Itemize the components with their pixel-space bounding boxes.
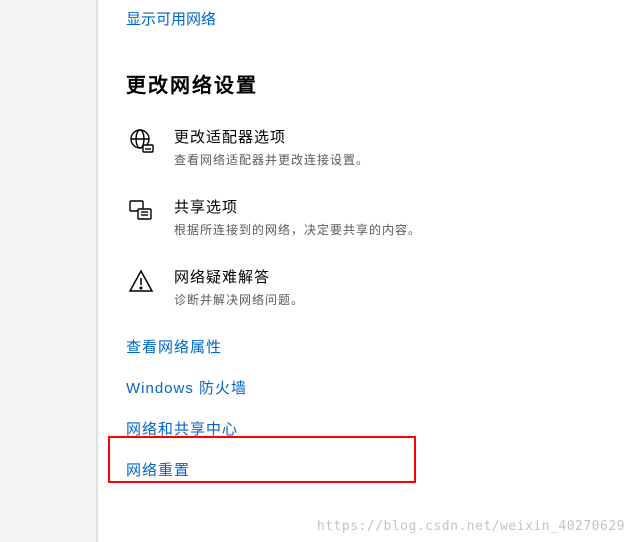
setting-desc: 根据所连接到的网络，决定要共享的内容。: [174, 221, 606, 238]
network-reset-link[interactable]: 网络重置: [126, 459, 606, 480]
sidebar-edge: [0, 0, 98, 542]
setting-label: 网络疑难解答: [174, 266, 606, 287]
warning-triangle-icon: [126, 266, 156, 296]
setting-label: 共享选项: [174, 196, 606, 217]
main-content: 显示可用网络 更改网络设置 更改适配器选项 查看网络适配器并更改连接设置。: [126, 8, 606, 500]
sharing-icon: [126, 196, 156, 226]
windows-firewall-link[interactable]: Windows 防火墙: [126, 377, 606, 398]
view-network-properties-link[interactable]: 查看网络属性: [126, 336, 606, 357]
show-available-networks-link[interactable]: 显示可用网络: [126, 8, 216, 29]
globe-ethernet-icon: [126, 126, 156, 156]
section-title: 更改网络设置: [126, 69, 606, 98]
setting-sharing-options[interactable]: 共享选项 根据所连接到的网络，决定要共享的内容。: [126, 196, 606, 238]
watermark: https://blog.csdn.net/weixin_40270629: [317, 519, 625, 534]
network-sharing-center-link[interactable]: 网络和共享中心: [126, 418, 606, 439]
setting-label: 更改适配器选项: [174, 126, 606, 147]
setting-desc: 诊断并解决网络问题。: [174, 291, 606, 308]
setting-desc: 查看网络适配器并更改连接设置。: [174, 151, 606, 168]
setting-text: 网络疑难解答 诊断并解决网络问题。: [174, 266, 606, 308]
setting-text: 更改适配器选项 查看网络适配器并更改连接设置。: [174, 126, 606, 168]
setting-troubleshoot[interactable]: 网络疑难解答 诊断并解决网络问题。: [126, 266, 606, 308]
setting-text: 共享选项 根据所连接到的网络，决定要共享的内容。: [174, 196, 606, 238]
setting-adapter-options[interactable]: 更改适配器选项 查看网络适配器并更改连接设置。: [126, 126, 606, 168]
links-section: 查看网络属性 Windows 防火墙 网络和共享中心 网络重置: [126, 336, 606, 480]
